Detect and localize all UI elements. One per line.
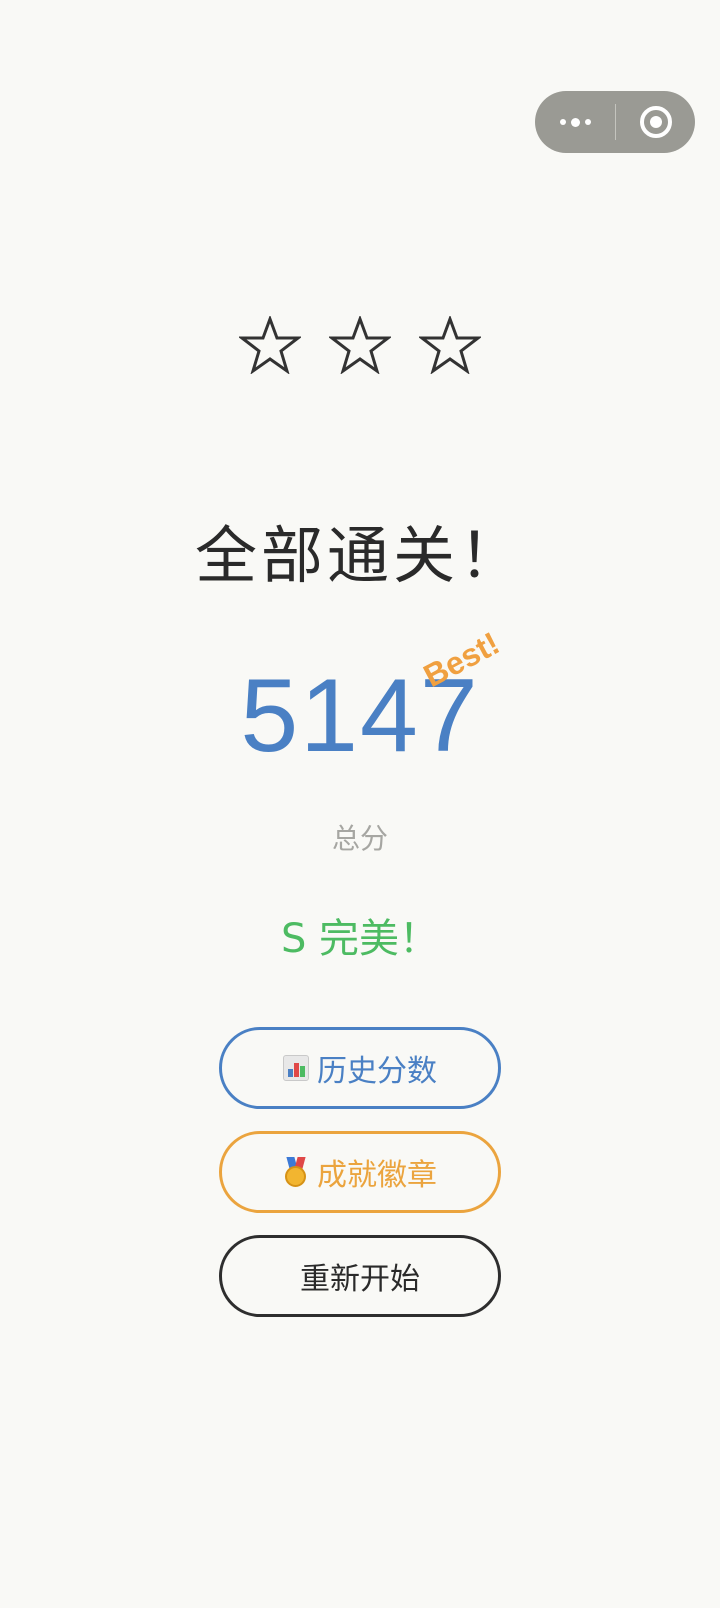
- miniprogram-capsule: [535, 91, 695, 153]
- close-miniprogram-button[interactable]: [616, 91, 695, 153]
- achievement-badges-label: 成就徽章: [317, 1158, 437, 1193]
- bar-chart-icon: [283, 1055, 309, 1081]
- more-menu-button[interactable]: [535, 91, 615, 153]
- rating-text: S 完美！: [280, 916, 440, 962]
- score-container: 5147: [0, 664, 720, 768]
- game-result-page: 全部通关！ 5147 Best! 总分 S 完美！ 历史分数 成就徽章 重新开始: [0, 0, 720, 1608]
- star-outline-icon: [329, 316, 391, 374]
- result-title: 全部通关！: [194, 519, 525, 592]
- star-rating: [0, 316, 720, 374]
- medal-icon: [283, 1157, 309, 1187]
- restart-button[interactable]: 重新开始: [219, 1235, 501, 1317]
- restart-label: 重新开始: [300, 1262, 420, 1297]
- score-label: 总分: [331, 822, 388, 855]
- more-dots-icon: [559, 119, 566, 125]
- history-scores-button[interactable]: 历史分数: [219, 1027, 501, 1109]
- target-circle-icon: [639, 106, 672, 138]
- achievement-badges-button[interactable]: 成就徽章: [219, 1131, 501, 1213]
- star-outline-icon: [239, 316, 301, 374]
- history-scores-label: 历史分数: [317, 1054, 437, 1089]
- star-outline-icon: [419, 316, 481, 374]
